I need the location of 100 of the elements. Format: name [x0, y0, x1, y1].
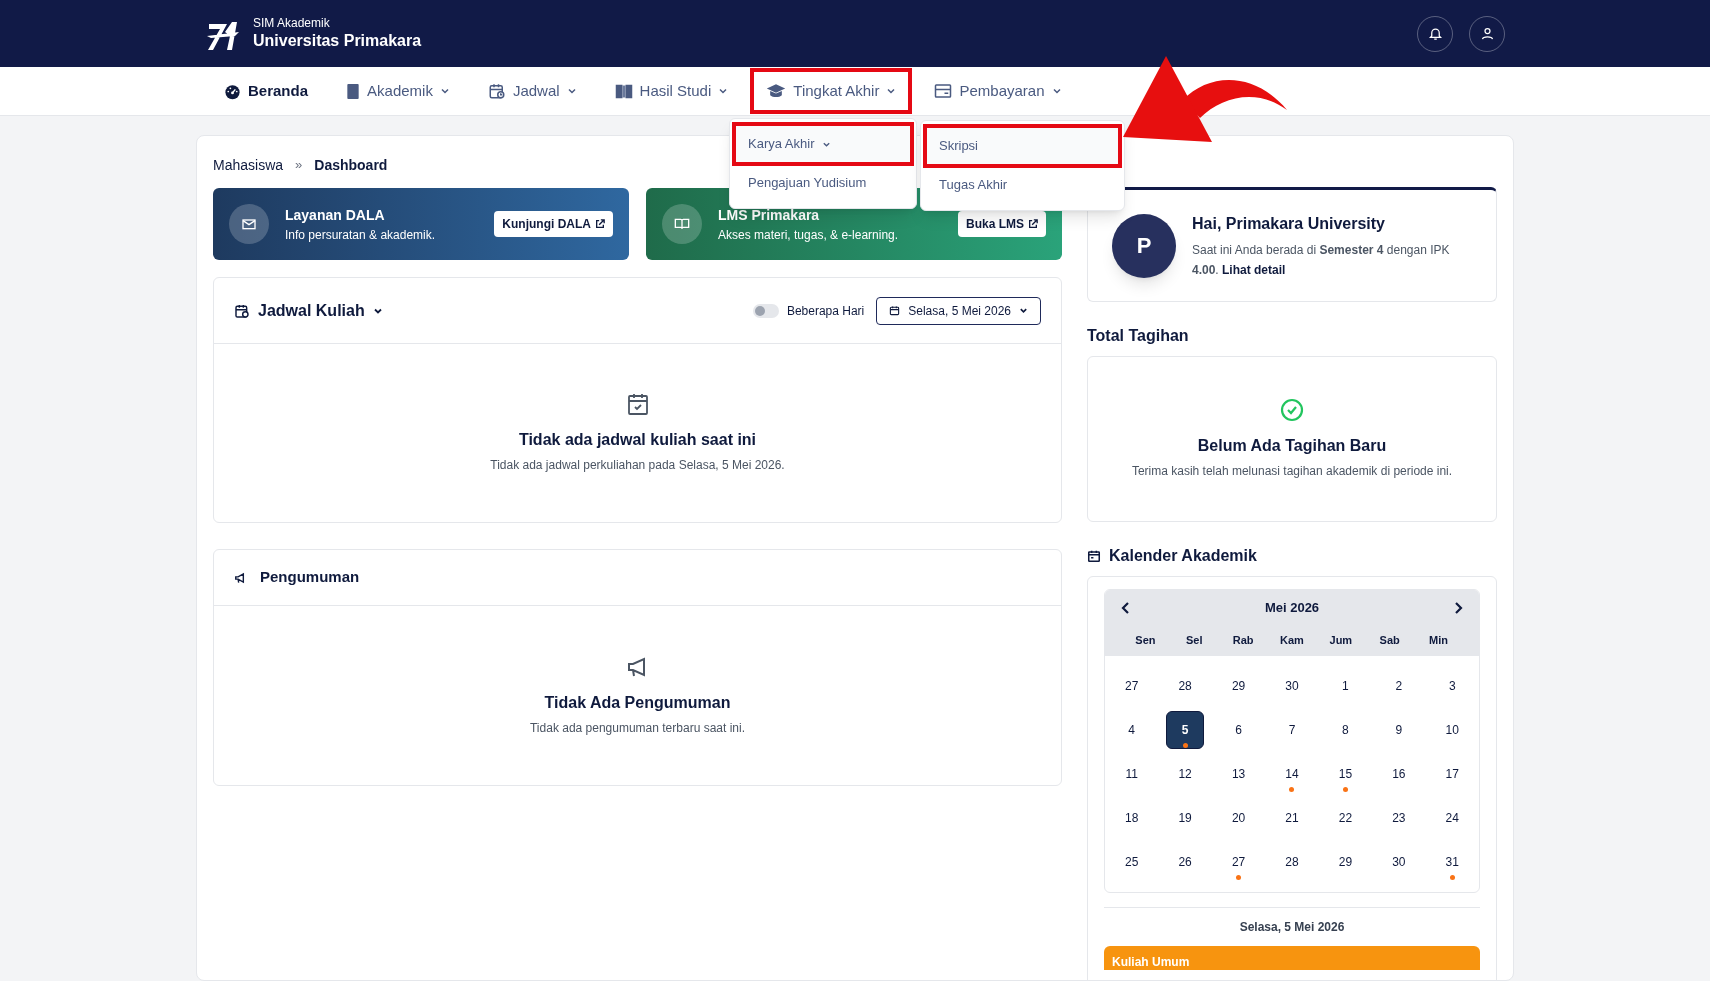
- calendar-day[interactable]: 8: [1326, 711, 1365, 749]
- previous-month-button[interactable]: [1121, 601, 1131, 614]
- banner-subtitle: Info persuratan & akademik.: [285, 226, 437, 244]
- calendar-day[interactable]: 30: [1273, 667, 1311, 705]
- weekday-label: Jum: [1328, 632, 1354, 648]
- empty-text: Terima kasih telah melunasi tagihan akademik di periode ini.: [1131, 463, 1453, 480]
- calendar-day[interactable]: 29: [1219, 667, 1258, 705]
- calendar-day[interactable]: 28: [1166, 667, 1205, 705]
- nav-item[interactable]: Jadwal: [475, 72, 589, 110]
- calendar-day[interactable]: 26: [1166, 843, 1205, 881]
- month-title: Mei 2026: [1264, 599, 1320, 617]
- calendar-clock-icon: [234, 302, 250, 319]
- calendar-day[interactable]: 27: [1219, 843, 1258, 881]
- banner-button[interactable]: Kunjungi DALA: [494, 211, 613, 237]
- nav-item[interactable]: Hasil Studi: [602, 72, 741, 110]
- app-title: Universitas Primakara: [253, 31, 422, 51]
- menu-item[interactable]: Tugas Akhir: [927, 167, 1118, 203]
- calendar-day[interactable]: 13: [1219, 755, 1258, 793]
- calendar-day[interactable]: 25: [1112, 843, 1151, 881]
- calendar-check-icon: [625, 392, 650, 416]
- calendar-day[interactable]: 9: [1379, 711, 1418, 749]
- date-picker[interactable]: Selasa, 5 Mei 2026: [876, 296, 1041, 325]
- next-month-button[interactable]: [1453, 601, 1463, 614]
- nav-item[interactable]: Tingkat Akhir: [754, 72, 909, 110]
- calendar-day[interactable]: 7: [1273, 711, 1311, 749]
- breadcrumb-current: Dashboard: [314, 155, 388, 175]
- menu-item[interactable]: Pengajuan Yudisium: [736, 165, 910, 201]
- calendar-day[interactable]: 20: [1219, 799, 1258, 837]
- weekday-label: Sel: [1185, 632, 1204, 648]
- empty-title: Belum Ada Tagihan Baru: [1197, 436, 1387, 456]
- calendar-day[interactable]: 22: [1326, 799, 1365, 837]
- calendar-day[interactable]: 2: [1379, 667, 1418, 705]
- calendar-day[interactable]: 3: [1433, 667, 1472, 705]
- weekday-label: Rab: [1231, 632, 1255, 648]
- breadcrumb-separator: »: [295, 156, 303, 175]
- chevron-left-icon: [1121, 601, 1131, 614]
- external-link-icon: [595, 219, 605, 229]
- calendar-day[interactable]: 23: [1379, 799, 1418, 837]
- greeting: Hai, Primakara University: [1192, 213, 1386, 234]
- avatar: P: [1112, 213, 1176, 278]
- calendar-day[interactable]: 12: [1166, 755, 1205, 793]
- weekday-label: Min: [1428, 632, 1450, 648]
- calendar-day[interactable]: 24: [1433, 799, 1472, 837]
- calendar-day[interactable]: 14: [1273, 755, 1311, 793]
- empty-text: Tidak ada jadwal perkuliahan pada Selasa, 5 Mei 2026.: [490, 457, 785, 474]
- book-icon: [346, 82, 361, 100]
- calendar-day[interactable]: 19: [1166, 799, 1205, 837]
- nav-item[interactable]: Beranda: [212, 72, 321, 110]
- weekday-label: Sab: [1378, 632, 1401, 648]
- profile-summary: Saat ini Anda berada di Semester 4 dengan IPK 4.00. Lihat detail: [1192, 241, 1451, 279]
- calendar-icon: [1087, 549, 1101, 563]
- calendar-day[interactable]: 21: [1273, 799, 1311, 837]
- calendar-day[interactable]: 17: [1433, 755, 1472, 793]
- calendar-day[interactable]: 27: [1112, 667, 1151, 705]
- calendar-day[interactable]: 16: [1379, 755, 1418, 793]
- breadcrumb-link[interactable]: Mahasiswa: [213, 154, 284, 176]
- toggle-label: Beberapa Hari: [786, 302, 865, 320]
- banner-title: Layanan DALA: [285, 205, 386, 225]
- detail-link[interactable]: Lihat detail: [1222, 262, 1286, 277]
- empty-text: Tidak ada pengumuman terbaru saat ini.: [530, 719, 745, 737]
- section-heading: Kalender Akademik: [1109, 546, 1257, 566]
- calendar-day[interactable]: 10: [1433, 711, 1472, 749]
- calendar-day[interactable]: 30: [1379, 843, 1418, 881]
- card-title: Pengumuman: [260, 567, 360, 588]
- calendar-day[interactable]: 31: [1433, 843, 1472, 881]
- app-subtitle: SIM Akademik: [253, 16, 331, 31]
- section-heading: Total Tagihan: [1087, 326, 1190, 346]
- nav-item[interactable]: Akademik: [334, 72, 462, 110]
- open-book-icon: [674, 216, 690, 232]
- calendar-day[interactable]: 1: [1326, 667, 1365, 705]
- calendar-day[interactable]: 4: [1112, 711, 1151, 749]
- calendar-day[interactable]: 18: [1112, 799, 1151, 837]
- open-book-icon: [614, 82, 633, 100]
- calendar-day[interactable]: 6: [1219, 711, 1258, 749]
- schedule-dropdown[interactable]: Jadwal Kuliah: [234, 298, 383, 323]
- calendar-day[interactable]: 28: [1273, 843, 1311, 881]
- gauge-icon: [224, 82, 241, 100]
- calendar-icon: [889, 305, 901, 316]
- banner-title: LMS Primakara: [718, 205, 821, 225]
- empty-title: Tidak ada jadwal kuliah saat ini: [518, 430, 757, 450]
- chevron-right-icon: [1453, 601, 1463, 614]
- mail-icon: [241, 216, 257, 232]
- nav-item[interactable]: Pembayaran: [922, 72, 1074, 110]
- calendar-day[interactable]: 5: [1166, 711, 1205, 749]
- empty-title: Tidak Ada Pengumuman: [544, 692, 731, 713]
- banner-subtitle: Akses materi, tugas, & e-learning.: [718, 226, 900, 244]
- graduation-cap-icon: [766, 83, 787, 99]
- calendar-clock-icon: [487, 82, 506, 100]
- weekday-label: Kam: [1279, 632, 1305, 648]
- external-link-icon: [1028, 219, 1038, 229]
- event-title: Kuliah Umum: [1112, 955, 1190, 969]
- user-icon: [1479, 26, 1495, 41]
- calendar-day[interactable]: 29: [1326, 843, 1365, 881]
- calendar-day[interactable]: 15: [1326, 755, 1365, 793]
- credit-card-icon: [934, 83, 953, 99]
- selected-date: Selasa, 5 Mei 2026: [1239, 919, 1345, 936]
- banner-button[interactable]: Buka LMS: [958, 211, 1046, 237]
- caret-icon: [1019, 306, 1028, 315]
- toggle-switch[interactable]: [752, 303, 779, 318]
- calendar-day[interactable]: 11: [1112, 755, 1151, 793]
